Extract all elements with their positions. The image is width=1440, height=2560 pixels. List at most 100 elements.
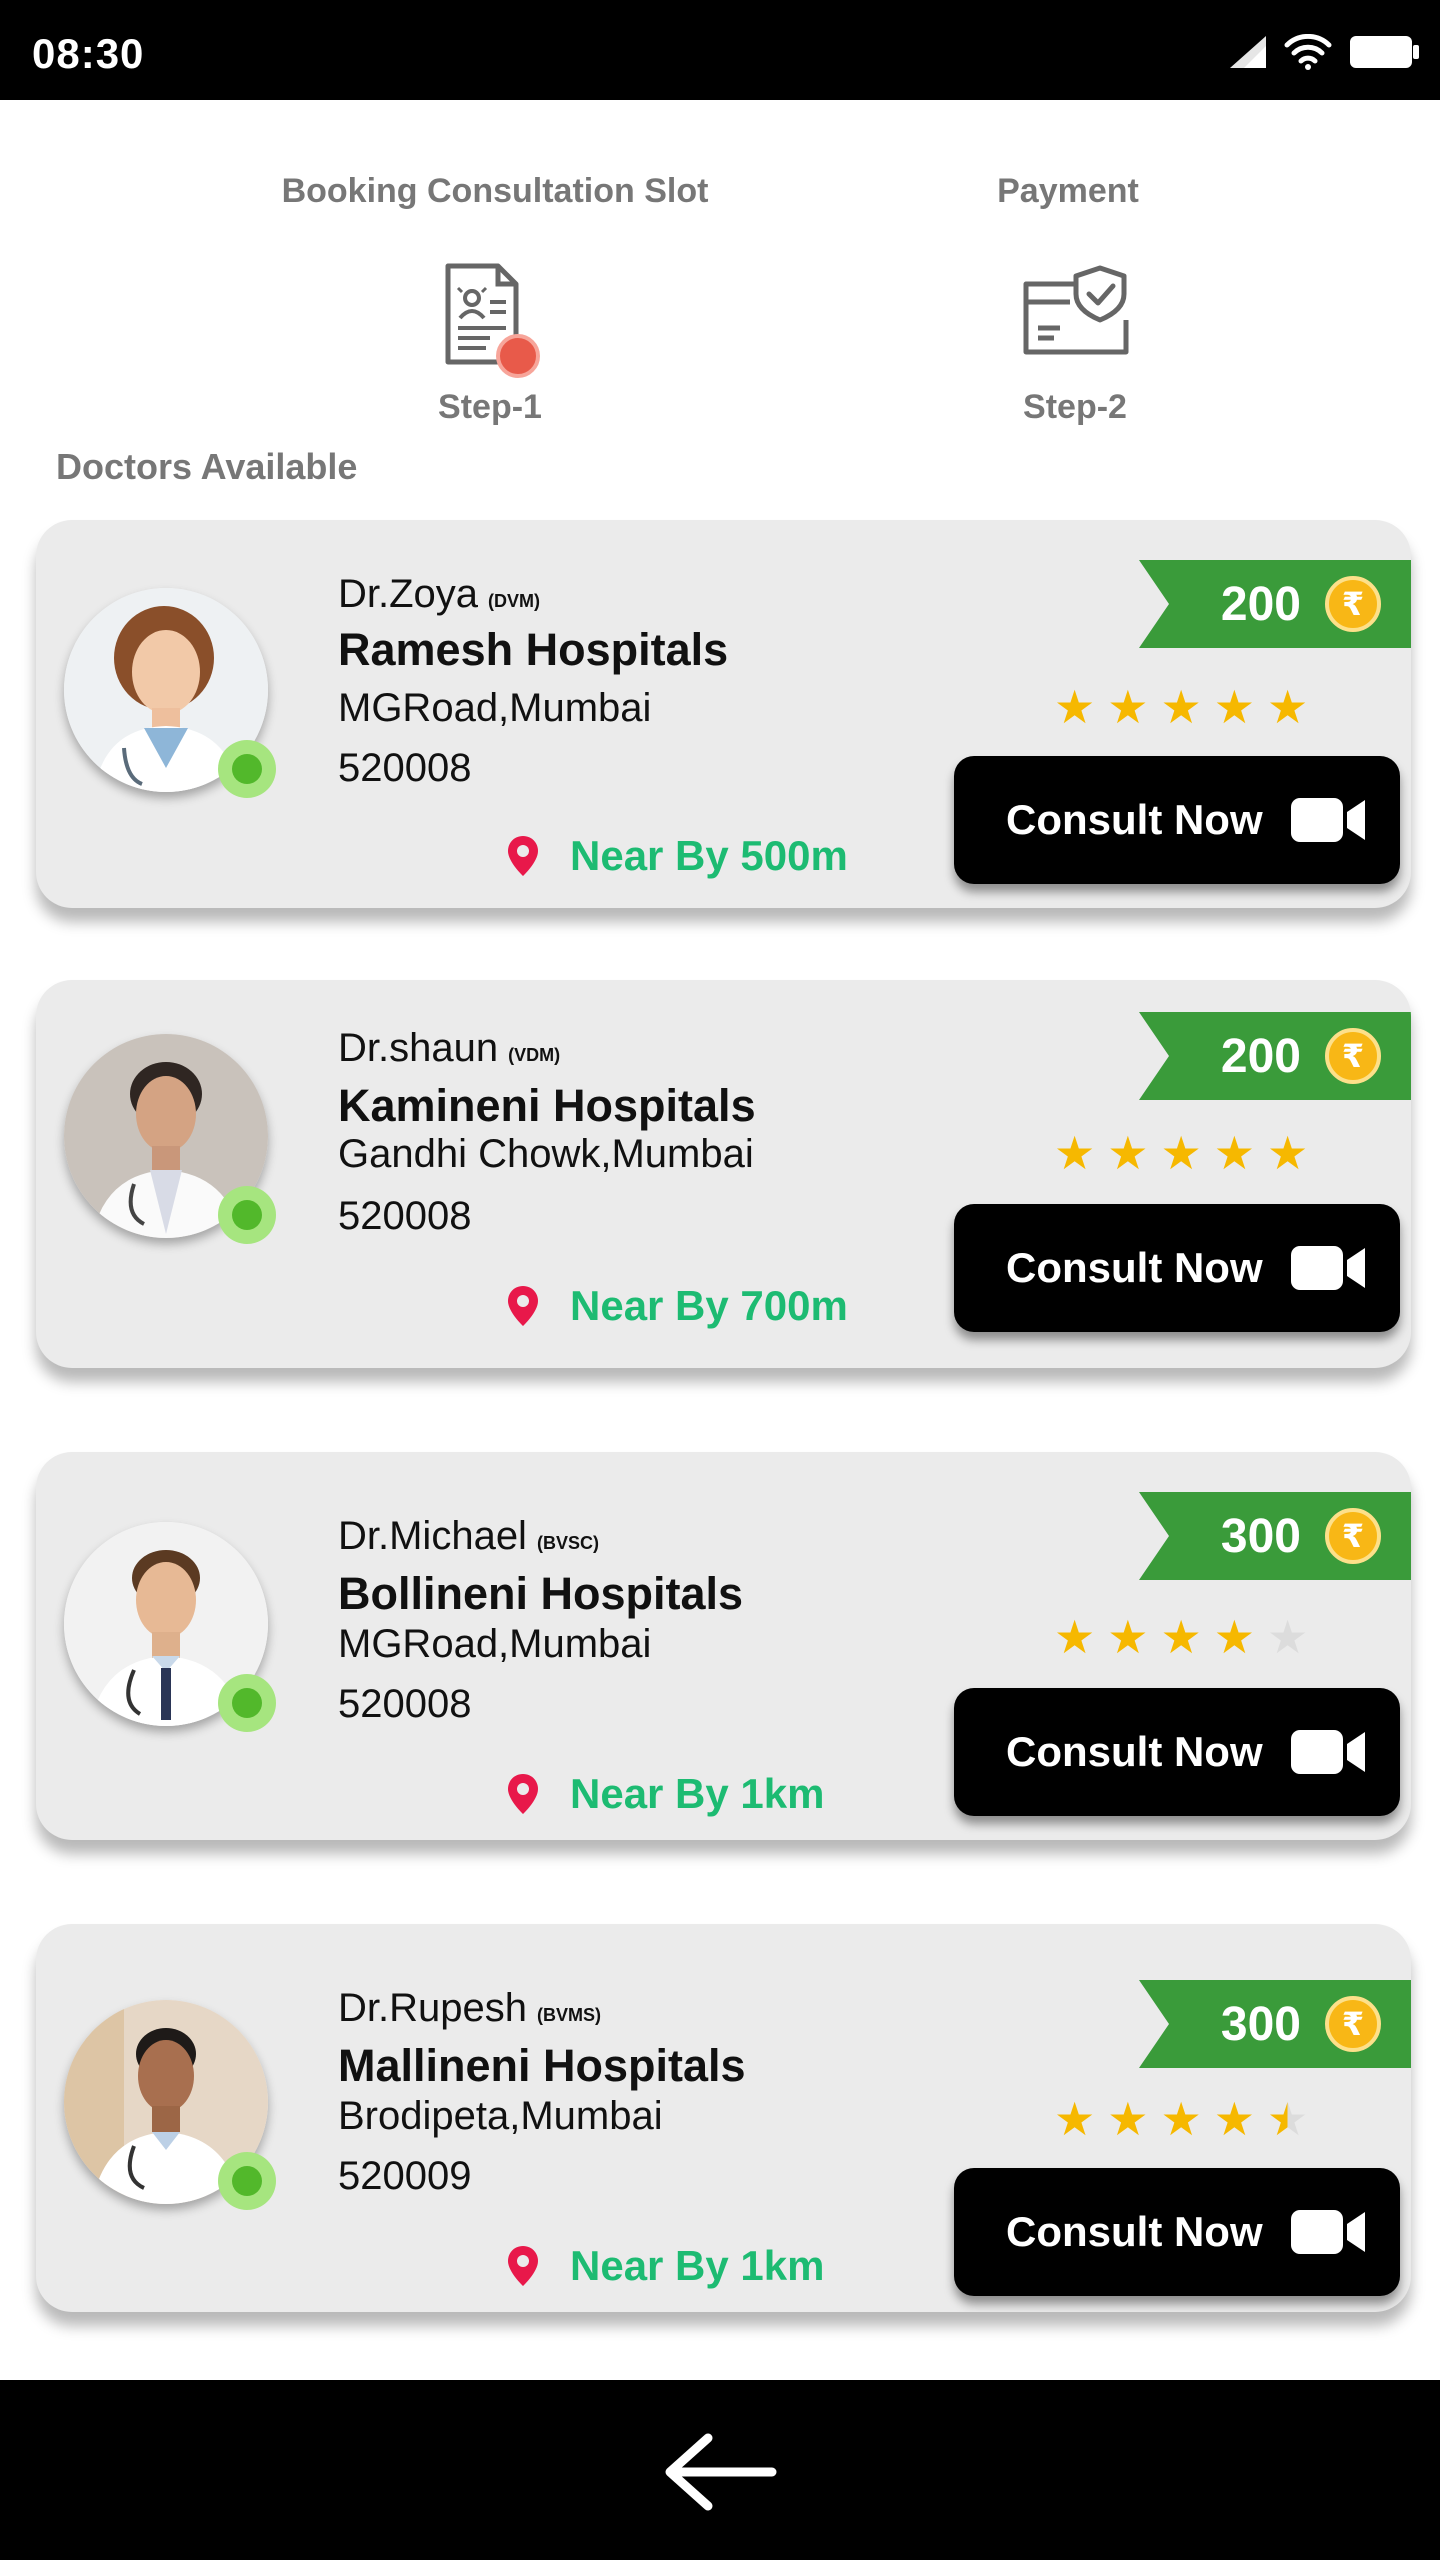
hospital-name: Mallineni Hospitals	[338, 2040, 746, 2091]
distance-row: Near By 700m	[506, 1282, 848, 1330]
star-icon: ★	[1107, 2093, 1149, 2145]
battery-icon	[1350, 36, 1419, 68]
pincode: 520008	[338, 1682, 472, 1726]
star-icon: ★	[1160, 681, 1202, 733]
doctor-card[interactable]: Dr.Zoya (DVM) Ramesh Hospitals MGRoad,Mum…	[36, 520, 1411, 908]
distance-text: Near By 500m	[570, 832, 848, 879]
distance-row: Near By 1km	[506, 2242, 824, 2290]
online-status-dot	[218, 1674, 276, 1732]
status-bar: 08:30	[0, 0, 1440, 100]
hospital-name: Kamineni Hospitals	[338, 1080, 756, 1131]
step-1-title: Booking Consultation Slot	[281, 172, 709, 210]
price-tag: 200 ₹	[1139, 1012, 1411, 1100]
avatar-wrap	[64, 1034, 276, 1244]
doctor-card[interactable]: Dr.Michael (BVSC) Bollineni Hospitals MGR…	[36, 1452, 1411, 1840]
star-icon: ★	[1160, 2093, 1202, 2145]
star-icon: ★	[1213, 681, 1255, 733]
online-status-dot	[218, 2152, 276, 2210]
location-pin-icon	[508, 836, 538, 876]
section-title-doctors: Doctors Available	[56, 446, 358, 487]
consult-now-label: Consult Now	[1006, 2208, 1263, 2255]
consult-now-label: Consult Now	[1006, 1244, 1263, 1291]
status-icons	[1230, 34, 1420, 70]
wifi-icon	[1284, 34, 1332, 70]
address: MGRoad,Mumbai	[338, 686, 652, 730]
step-2-label: Step-2	[1023, 388, 1127, 426]
star-icon: ★	[1160, 1127, 1202, 1179]
consult-now-button[interactable]: Consult Now	[954, 1688, 1400, 1816]
bottom-navigation-bar	[0, 2380, 1440, 2560]
star-icon: ★	[1267, 681, 1309, 733]
price-tag: 200 ₹	[1139, 560, 1411, 648]
avatar-wrap	[64, 1522, 276, 1732]
document-user-icon[interactable]	[440, 262, 550, 382]
doctor-name-text: Dr.Rupesh	[338, 1986, 527, 2030]
distance-text: Near By 1km	[570, 1770, 825, 1817]
hospital-name: Bollineni Hospitals	[338, 1568, 744, 1619]
consult-now-label: Consult Now	[1006, 1728, 1263, 1775]
doctor-name: Dr.Michael (BVSC)	[338, 1514, 599, 1559]
price-text: 300	[1220, 1509, 1301, 1563]
price-text: 200	[1220, 1029, 1301, 1083]
location-pin-icon	[508, 2246, 538, 2286]
pincode: 520008	[338, 1194, 472, 1238]
location-pin-icon	[508, 1286, 538, 1326]
signal-icon	[1230, 36, 1266, 68]
video-camera-icon	[1290, 1730, 1365, 1774]
address: MGRoad,Mumbai	[338, 1622, 652, 1666]
doctor-name-text: Dr.Michael	[338, 1514, 527, 1558]
rating-stars: ★ ★ ★ ★ ★	[1054, 1614, 1308, 1660]
consult-now-label: Consult Now	[1006, 796, 1263, 843]
doctor-name-text: Dr.Zoya	[338, 572, 479, 616]
video-camera-icon	[1290, 2210, 1365, 2254]
pincode: 520009	[338, 2154, 472, 2198]
rupee-coin-icon: ₹	[1325, 1508, 1381, 1564]
star-icon: ★	[1107, 1611, 1149, 1663]
distance-row: Near By 500m	[506, 832, 848, 880]
avatar-wrap	[64, 2000, 276, 2210]
star-icon: ★	[1054, 681, 1096, 733]
star-icon: ★	[1054, 1611, 1096, 1663]
online-status-dot	[218, 740, 276, 798]
payment-shield-icon[interactable]	[1020, 264, 1132, 360]
star-icon: ★	[1213, 2093, 1255, 2145]
star-icon: ★	[1054, 1127, 1096, 1179]
address: Brodipeta,Mumbai	[338, 2094, 663, 2138]
consult-now-button[interactable]: Consult Now	[954, 1204, 1400, 1332]
doctor-name: Dr.shaun (VDM)	[338, 1026, 560, 1071]
avatar-wrap	[64, 588, 276, 798]
distance-text: Near By 700m	[570, 1282, 848, 1329]
star-icon: ★	[1054, 2093, 1096, 2145]
doctor-card[interactable]: Dr.shaun (VDM) Kamineni Hospitals Gandhi …	[36, 980, 1411, 1368]
back-arrow-icon[interactable]	[660, 2432, 780, 2512]
star-icon: ★	[1267, 1127, 1309, 1179]
doctor-name: Dr.Zoya (DVM)	[338, 572, 540, 617]
star-icon: ★	[1160, 1611, 1202, 1663]
distance-row: Near By 1km	[506, 1770, 824, 1818]
rupee-coin-icon: ₹	[1325, 1028, 1381, 1084]
online-status-dot	[218, 1186, 276, 1244]
video-camera-icon	[1290, 1246, 1365, 1290]
status-time: 08:30	[32, 30, 145, 77]
doctor-name-text: Dr.shaun	[338, 1026, 499, 1070]
price-text: 300	[1220, 1997, 1301, 2051]
rupee-coin-icon: ₹	[1325, 576, 1381, 632]
video-camera-icon	[1290, 798, 1365, 842]
rupee-coin-icon: ₹	[1325, 1996, 1381, 2052]
doctor-card[interactable]: Dr.Rupesh (BVMS) Mallineni Hospitals Brod…	[36, 1924, 1411, 2312]
consult-now-button[interactable]: Consult Now	[954, 2168, 1400, 2296]
doctor-degree: (BVMS)	[536, 2005, 601, 2025]
star-icon: ★	[1267, 1611, 1309, 1663]
doctor-degree: (VDM)	[508, 1045, 561, 1065]
location-pin-icon	[508, 1774, 538, 1814]
consult-now-button[interactable]: Consult Now	[954, 756, 1400, 884]
star-icon: ★	[1267, 2093, 1309, 2145]
doctor-name: Dr.Rupesh (BVMS)	[338, 1986, 601, 2031]
star-icon: ★	[1213, 1611, 1255, 1663]
distance-text: Near By 1km	[570, 2242, 825, 2289]
doctor-degree: (BVSC)	[536, 1533, 599, 1553]
rating-stars: ★ ★ ★ ★ ★	[1054, 2096, 1308, 2142]
star-icon: ★	[1107, 1127, 1149, 1179]
rating-stars: ★ ★ ★ ★ ★	[1054, 684, 1308, 730]
price-tag: 300 ₹	[1139, 1980, 1411, 2068]
